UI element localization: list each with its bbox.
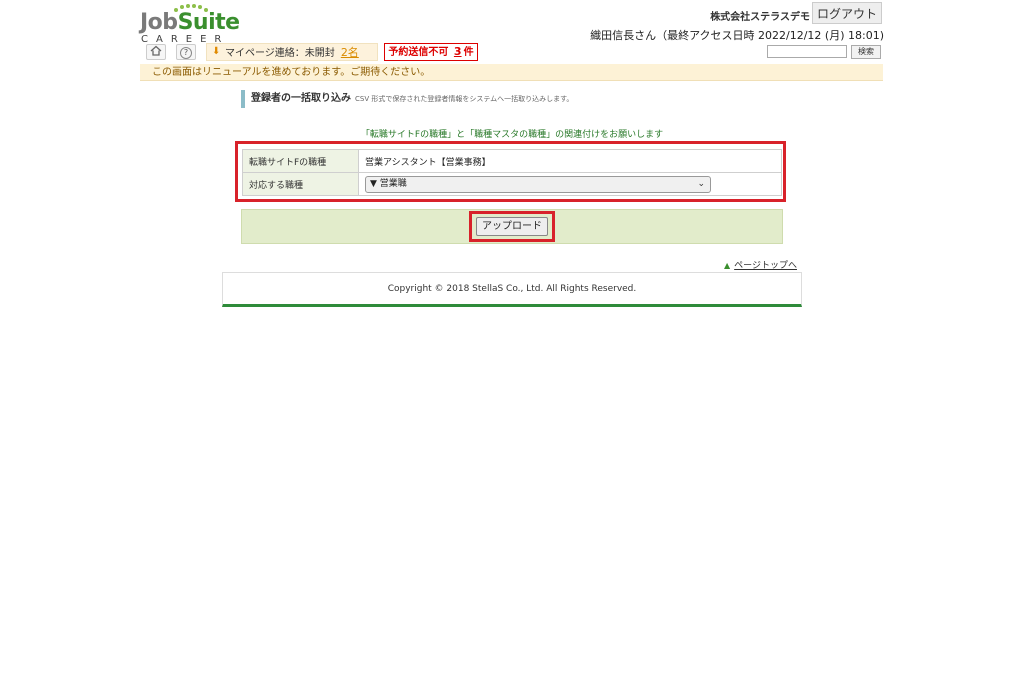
download-icon: ⬇ <box>212 46 221 57</box>
mypage-unread-count[interactable]: 2名 <box>341 46 359 59</box>
reservation-alert[interactable]: 予約送信不可 3件 <box>384 43 478 61</box>
alert-count[interactable]: 3 <box>454 45 462 58</box>
home-icon <box>150 45 162 56</box>
source-job-value: 営業アシスタント【営業事務】 <box>358 149 782 173</box>
search-input[interactable] <box>767 45 847 58</box>
home-button[interactable] <box>146 44 166 60</box>
alert-prefix: 予約送信不可 <box>388 47 449 58</box>
page-top-link[interactable]: ▲ ページトップへ <box>724 258 797 271</box>
logo-word: JobSuite <box>140 10 240 35</box>
footer-copyright: Copyright © 2018 StellaS Co., Ltd. All R… <box>222 272 802 307</box>
chevron-down-icon: ⌄ <box>697 178 705 189</box>
table-row: 転職サイトFの職種 営業アシスタント【営業事務】 <box>242 149 782 173</box>
renewal-notice: この画面はリニューアルを進めております。ご期待ください。 <box>140 64 883 81</box>
search-button[interactable]: 検索 <box>851 45 881 59</box>
target-job-cell: ▼ 営業職 ⌄ <box>358 172 782 196</box>
page-title: 登録者の一括取り込み <box>241 90 351 108</box>
help-icon: ? <box>180 47 192 59</box>
page-description: CSV 形式で保存された登録者情報をシステムへ一括取り込みします。 <box>355 95 574 103</box>
help-button[interactable]: ? <box>176 44 196 60</box>
logout-button[interactable]: ログアウト <box>812 2 882 24</box>
source-job-label: 転職サイトFの職種 <box>242 149 359 173</box>
table-row: 対応する職種 ▼ 営業職 ⌄ <box>242 172 782 196</box>
user-info: 織田信長さん（最終アクセス日時 2022/12/12 (月) 18:01) <box>590 29 884 42</box>
company-name: 株式会社ステラスデモ <box>710 12 810 23</box>
page-top-label: ページトップへ <box>734 261 797 271</box>
mypage-contact-label: マイページ連絡：未開封 <box>225 48 335 59</box>
job-category-select-value: ▼ 営業職 <box>370 178 407 189</box>
job-category-select[interactable]: ▼ 営業職 ⌄ <box>365 175 711 193</box>
mapping-table: 転職サイトFの職種 営業アシスタント【営業事務】 対応する職種 ▼ 営業職 ⌄ <box>242 149 782 196</box>
triangle-up-icon: ▲ <box>724 261 731 270</box>
mapping-instruction: 「転職サイトFの職種」と「職種マスタの職種」の関連付けをお願いします <box>360 130 664 140</box>
target-job-label: 対応する職種 <box>242 172 359 196</box>
jobsuite-logo: JobSuite CAREER <box>140 4 240 45</box>
mypage-contact[interactable]: ⬇ マイページ連絡：未開封 2名 <box>206 43 378 61</box>
alert-suffix: 件 <box>463 47 474 58</box>
upload-button[interactable]: アップロード <box>476 217 548 236</box>
